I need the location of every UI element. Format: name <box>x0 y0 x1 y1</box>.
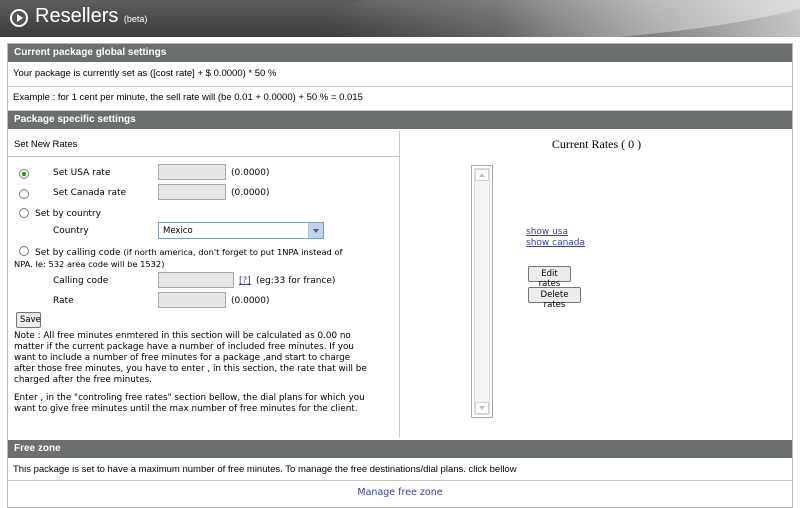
enter-line: want to give free minutes until the max … <box>14 404 358 414</box>
calling-code-hint: (if north america, don't forget to put 1… <box>123 247 343 257</box>
current-rates-panel: Current Rates ( 0 ) show usa show canada… <box>401 131 792 437</box>
calling-code-input[interactable] <box>158 272 234 288</box>
delete-rates-button[interactable]: Delete rates <box>528 287 581 310</box>
enter-line: Enter , in the "controling free rates" s… <box>14 393 365 403</box>
note-line: charged after the free minutes. <box>14 375 153 385</box>
help-link[interactable]: [?] <box>239 276 251 286</box>
country-select-value: Mexico <box>163 226 193 236</box>
canada-rate-input[interactable] <box>158 184 226 200</box>
canada-rate-label: Set Canada rate <box>53 188 127 198</box>
calling-code-label: Calling code <box>53 276 109 286</box>
beta-badge: (beta) <box>123 14 148 24</box>
usa-rate-label: Set USA rate <box>53 168 111 178</box>
header-gradient <box>500 0 800 37</box>
current-package-line: Your package is currently set as ([cost … <box>8 63 792 87</box>
content-frame: Current package global settings Your pac… <box>7 43 793 508</box>
set-new-rates-panel: Set New Rates Set USA rate (0.0000) Set … <box>8 131 400 437</box>
top-bar: Resellers (beta) <box>0 0 800 37</box>
calling-code-hint-2: NPA. Ie: 532 area code will be 1532) <box>14 259 165 269</box>
note-text: Note : All free minutes enmtered in this… <box>14 331 396 386</box>
note-line: want to include a number of free minutes… <box>14 353 351 363</box>
by-calling-code-label: Set by calling code (if north america, d… <box>35 247 342 258</box>
global-settings-header: Current package global settings <box>8 44 792 62</box>
note-line: after those free minutes, you have to en… <box>14 364 367 374</box>
note-line: matter if the current package have a num… <box>14 342 354 352</box>
canada-rate-current: (0.0000) <box>231 188 270 198</box>
rates-listbox[interactable] <box>471 165 493 418</box>
note-line: Note : All free minutes enmtered in this… <box>14 331 351 341</box>
rate-current: (0.0000) <box>231 296 270 306</box>
usa-rate-radio[interactable] <box>19 169 29 179</box>
scroll-down-icon[interactable] <box>475 402 489 414</box>
rate-label: Rate <box>53 296 74 306</box>
by-country-radio[interactable] <box>19 208 29 218</box>
specific-settings-header: Package specific settings <box>8 111 792 129</box>
by-calling-code-radio[interactable] <box>19 246 29 256</box>
current-rates-title: Current Rates ( 0 ) <box>551 137 642 151</box>
free-zone-description: This package is set to have a maximum nu… <box>8 459 792 481</box>
chevron-down-icon[interactable] <box>308 223 323 238</box>
canada-rate-radio[interactable] <box>19 189 29 199</box>
set-new-rates-heading: Set New Rates <box>8 131 400 157</box>
page-title: Resellers (beta) <box>35 5 147 28</box>
example-line: Example : for 1 cent per minute, the sel… <box>8 87 792 111</box>
usa-rate-input[interactable] <box>158 164 226 180</box>
by-calling-code-text: Set by calling code <box>35 248 121 258</box>
save-button[interactable]: Save <box>16 312 41 328</box>
scroll-up-icon[interactable] <box>475 169 489 181</box>
edit-rates-button[interactable]: Edit rates <box>528 266 571 289</box>
listbox-scrollbar[interactable] <box>474 168 490 415</box>
show-usa-link[interactable]: show usa <box>526 227 568 237</box>
manage-free-zone-link[interactable]: Manage free zone <box>8 487 792 498</box>
calling-code-example: (eg:33 for france) <box>256 276 336 286</box>
show-canada-link[interactable]: show canada <box>526 238 585 248</box>
free-zone-header: Free zone <box>8 440 792 458</box>
page-title-text: Resellers <box>35 5 119 27</box>
enter-text: Enter , in the "controling free rates" s… <box>14 393 396 415</box>
usa-rate-current: (0.0000) <box>231 168 270 178</box>
arrow-circle-icon <box>10 9 28 27</box>
by-country-label: Set by country <box>35 209 101 219</box>
country-select[interactable]: Mexico <box>158 222 324 239</box>
country-label: Country <box>53 226 89 236</box>
rate-input[interactable] <box>158 292 226 308</box>
